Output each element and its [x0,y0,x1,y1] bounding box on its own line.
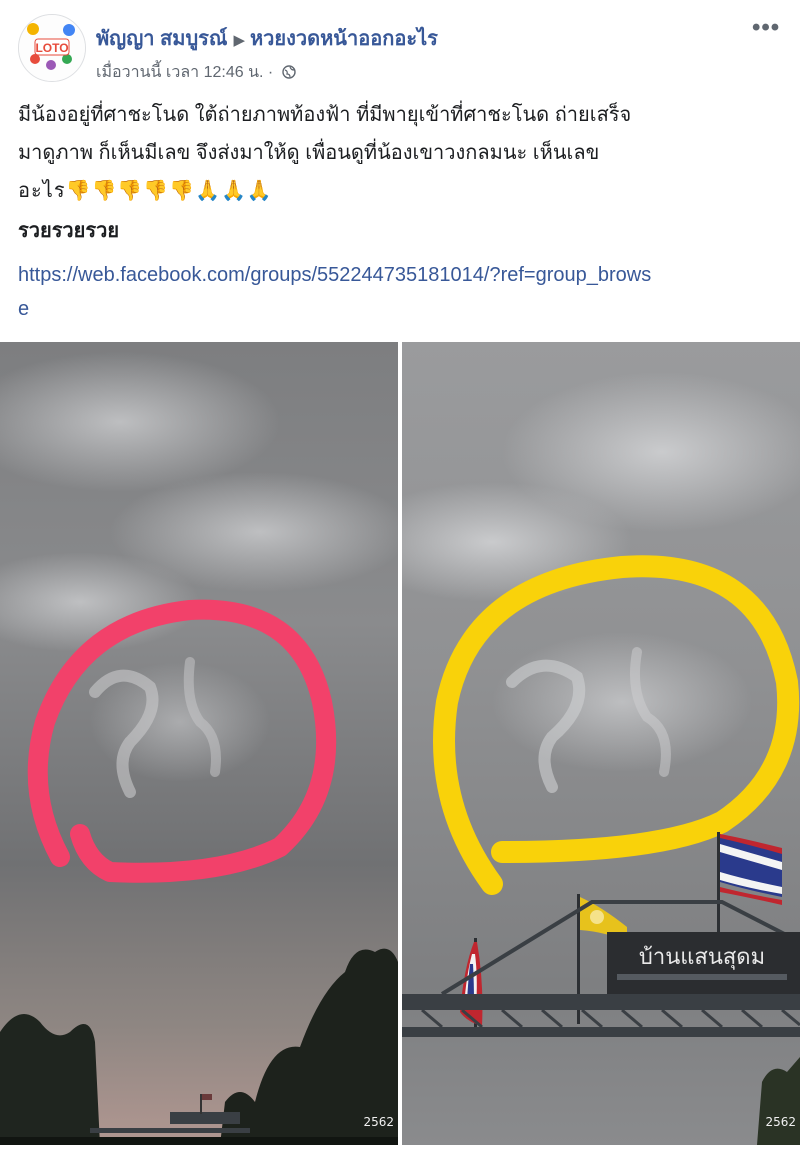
sky-photo-right: บ้านแสนสุดม [402,342,800,1145]
photo-grid: 2562 บ้านแสนสุดม 2562 [0,342,800,1145]
photo-left[interactable]: 2562 [0,342,398,1145]
photo-watermark: 2562 [765,1115,796,1129]
post-meta: เมื่อวานนี้ เวลา 12:46 น. · [96,60,296,85]
lottery-logo-icon: LOTO [19,15,85,81]
group-name[interactable]: หวยงวดหน้าออกอะไร [250,28,438,50]
photo-right[interactable]: บ้านแสนสุดม 2562 [402,342,800,1145]
post-text-line: มาดูภาพ ก็เห็นมีเลข จึงส่งมาให้ดู เพื่อน… [18,142,600,164]
post-header: LOTO พัญญา สมบูรณ์ ▶ หวยงวดหน้าออกอะไร เมื… [0,0,800,90]
post-link[interactable]: https://web.facebook.com/groups/55224473… [18,258,658,326]
svg-text:บ้านแสนสุดม: บ้านแสนสุดม [639,945,765,970]
post-text: มีน้องอยู่ที่ศาชะโนด ใต้ถ่ายภาพท้องฟ้า ท… [18,96,788,210]
group-avatar[interactable]: LOTO [18,14,86,82]
caret-right-icon: ▶ [233,32,245,49]
post-extra-text: รวยรวยรวย [18,220,120,242]
author-line: พัญญา สมบูรณ์ ▶ หวยงวดหน้าออกอะไร [96,22,438,54]
meta-separator: · [267,64,274,81]
post-timestamp[interactable]: เมื่อวานนี้ เวลา 12:46 น. [96,64,263,81]
svg-text:LOTO: LOTO [35,41,68,55]
post-text-line: มีน้องอยู่ที่ศาชะโนด ใต้ถ่ายภาพท้องฟ้า ท… [18,104,632,126]
post-text-line: อะไร👎👎👎👎👎🙏🙏🙏 [18,180,273,202]
sky-photo-left [0,342,398,1145]
more-options-icon[interactable]: ••• [752,14,780,42]
author-name[interactable]: พัญญา สมบูรณ์ [96,28,227,50]
photo-watermark: 2562 [363,1115,394,1129]
globe-icon[interactable] [282,65,296,79]
